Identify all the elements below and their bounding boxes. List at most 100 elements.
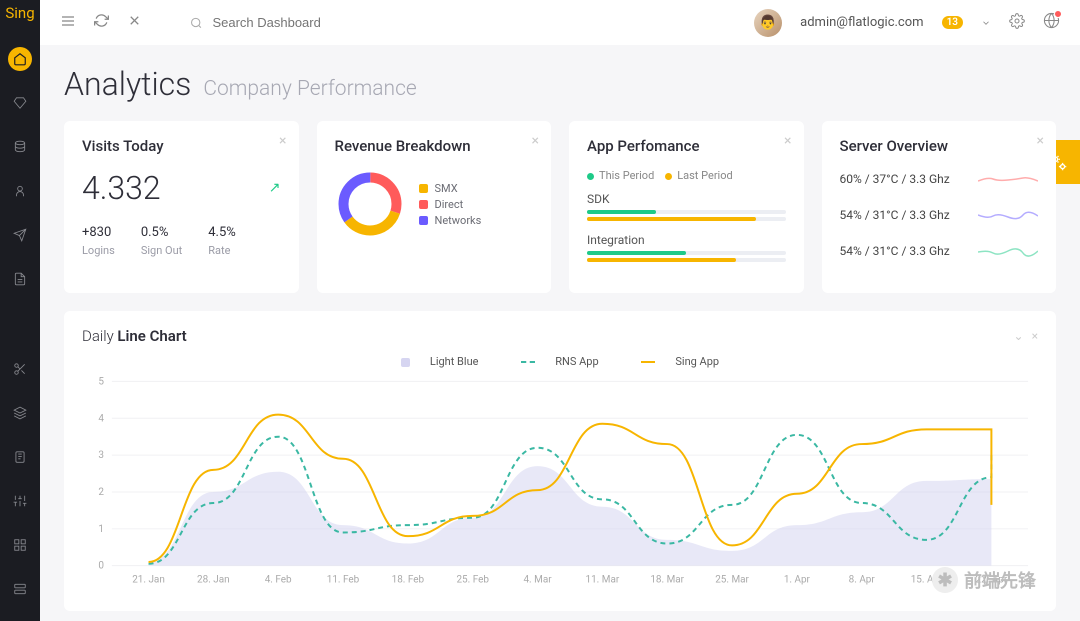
bar-label: Integration xyxy=(587,233,786,247)
card-close[interactable]: × xyxy=(532,133,539,149)
close-button[interactable] xyxy=(127,13,142,32)
sidebar-item-home[interactable] xyxy=(8,47,32,71)
svg-text:18. Mar: 18. Mar xyxy=(650,575,684,586)
card-server: × Server Overview 60% / 37°C / 3.3 Ghz 5… xyxy=(822,121,1057,293)
close-icon xyxy=(127,13,142,28)
stat-label: Sign Out xyxy=(141,244,182,257)
user-email: admin@flatlogic.com xyxy=(800,15,923,30)
legend-label: Light Blue xyxy=(430,355,479,368)
stat-label: Logins xyxy=(82,244,115,257)
legend-label: RNS App xyxy=(555,355,598,368)
alert-dot xyxy=(1054,10,1062,18)
svg-text:11. Mar: 11. Mar xyxy=(586,575,620,586)
globe-button[interactable] xyxy=(1043,12,1060,33)
chevron-down-icon[interactable] xyxy=(981,18,991,28)
sidebar-item-user[interactable] xyxy=(8,179,32,203)
server-icon xyxy=(13,582,27,596)
stat-value: 4.5% xyxy=(208,225,236,240)
menu-toggle[interactable] xyxy=(60,13,76,33)
card-close[interactable]: × xyxy=(279,133,286,149)
legend-label: Networks xyxy=(435,214,482,227)
svg-text:21. Jan: 21. Jan xyxy=(132,575,165,586)
send-icon xyxy=(13,228,27,242)
svg-text:5: 5 xyxy=(98,377,104,388)
svg-text:18. Feb: 18. Feb xyxy=(392,575,425,586)
brand-logo[interactable]: Sing xyxy=(5,4,34,22)
card-title: Visits Today xyxy=(82,137,281,155)
scissors-icon xyxy=(13,362,27,376)
svg-text:11. Feb: 11. Feb xyxy=(327,575,360,586)
chart-title: Daily Line Chart xyxy=(82,327,187,345)
legend-label: SMX xyxy=(435,182,458,195)
sparkline xyxy=(978,169,1038,189)
sidebar-item-grid[interactable] xyxy=(8,533,32,557)
donut-chart xyxy=(335,169,405,239)
diamond-icon xyxy=(13,96,27,110)
legend-label: Direct xyxy=(435,198,464,211)
line-chart: 01234521. Jan28. Jan4. Feb11. Feb18. Feb… xyxy=(82,376,1038,591)
svg-text:25. Feb: 25. Feb xyxy=(456,575,489,586)
notification-badge[interactable]: 13 xyxy=(942,16,963,29)
title-main: Analytics xyxy=(64,65,191,103)
svg-text:2: 2 xyxy=(98,487,104,498)
sidebar-item-clipboard[interactable] xyxy=(8,445,32,469)
avatar[interactable]: 👨 xyxy=(754,9,782,37)
donut-legend: SMX Direct Networks xyxy=(419,179,482,230)
visits-total: 4.332 xyxy=(82,169,161,207)
sidebar-item-sliders[interactable] xyxy=(8,489,32,513)
card-close[interactable]: × xyxy=(1037,133,1044,149)
sidebar-item-database[interactable] xyxy=(8,135,32,159)
sidebar-item-doc[interactable] xyxy=(8,267,32,291)
bar-label: SDK xyxy=(587,192,786,206)
chart-legend: Light Blue RNS App Sing App xyxy=(82,355,1038,368)
svg-text:1: 1 xyxy=(98,524,104,535)
server-stat: 60% / 37°C / 3.3 Ghz xyxy=(840,172,950,186)
sidebar-item-layers[interactable] xyxy=(8,401,32,425)
app-legend: This Period Last Period xyxy=(587,169,786,182)
chart-expand-icon[interactable]: ⌄ xyxy=(1014,329,1024,343)
sparkline xyxy=(978,241,1038,261)
sidebar: Sing xyxy=(0,0,40,621)
server-stat: 54% / 31°C / 3.3 Ghz xyxy=(840,244,950,258)
card-title: Revenue Breakdown xyxy=(335,137,534,155)
svg-text:1. Apr: 1. Apr xyxy=(784,575,811,586)
search-icon xyxy=(190,16,202,30)
trend-up-icon: ↗ xyxy=(269,180,281,196)
user-icon xyxy=(13,184,27,198)
sidebar-item-scissors[interactable] xyxy=(8,357,32,381)
page-title: Analytics Company Performance xyxy=(64,65,1056,103)
legend-label: Sing App xyxy=(675,355,719,368)
sidebar-item-diamond[interactable] xyxy=(8,91,32,115)
settings-button[interactable] xyxy=(1009,13,1025,33)
search-input[interactable] xyxy=(212,15,390,30)
document-icon xyxy=(13,272,27,286)
refresh-button[interactable] xyxy=(94,13,109,32)
menu-icon xyxy=(60,13,76,29)
card-app-performance: × App Perfomance This Period Last Period… xyxy=(569,121,804,293)
gear-icon xyxy=(1009,13,1025,29)
database-icon xyxy=(13,140,27,154)
legend-label: This Period xyxy=(599,169,654,182)
home-icon xyxy=(13,52,27,66)
svg-text:4: 4 xyxy=(98,413,104,424)
server-stat: 54% / 31°C / 3.3 Ghz xyxy=(840,208,950,222)
card-visits: × Visits Today 4.332 ↗ +830Logins 0.5%Si… xyxy=(64,121,299,293)
watermark: ✱前端先锋 xyxy=(932,567,1036,593)
stat-value: 0.5% xyxy=(141,225,182,240)
refresh-icon xyxy=(94,13,109,28)
chart-close-icon[interactable]: × xyxy=(1032,329,1038,343)
title-sub: Company Performance xyxy=(203,77,416,101)
topbar: 👨 admin@flatlogic.com 13 xyxy=(40,0,1080,45)
svg-text:4. Mar: 4. Mar xyxy=(523,575,552,586)
sidebar-item-server[interactable] xyxy=(8,577,32,601)
card-line-chart: Daily Line Chart ⌄ × Light Blue RNS App S… xyxy=(64,311,1056,611)
svg-text:28. Jan: 28. Jan xyxy=(197,575,230,586)
legend-label: Last Period xyxy=(677,169,733,182)
card-close[interactable]: × xyxy=(784,133,791,149)
card-title: Server Overview xyxy=(840,137,1039,155)
sidebar-item-send[interactable] xyxy=(8,223,32,247)
layers-icon xyxy=(13,406,27,420)
stat-label: Rate xyxy=(208,244,236,257)
svg-text:25. Mar: 25. Mar xyxy=(715,575,749,586)
svg-text:8. Apr: 8. Apr xyxy=(849,575,876,586)
